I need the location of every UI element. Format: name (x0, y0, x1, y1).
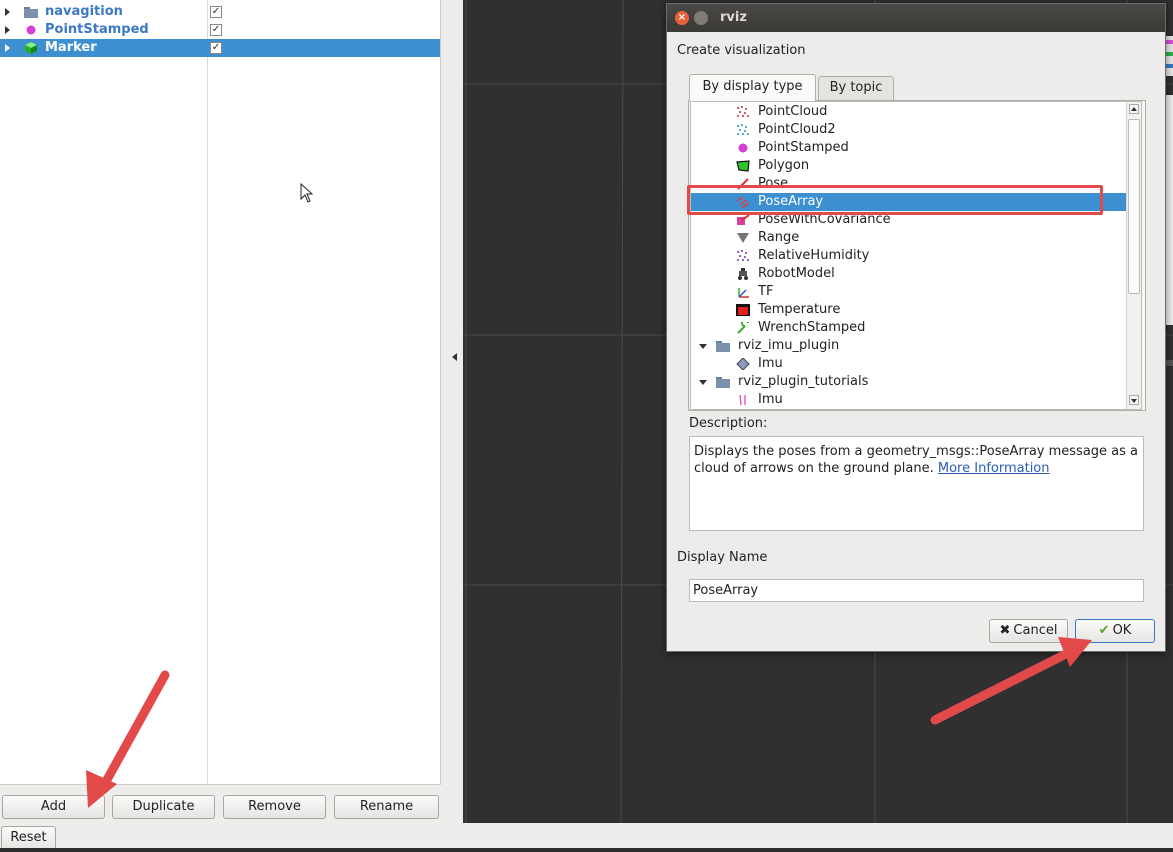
tree-item-wrenchstamped[interactable]: WrenchStamped (691, 319, 1127, 337)
humidity-icon (737, 250, 749, 261)
tree-item-temperature[interactable]: Temperature (691, 301, 1127, 319)
tree-item-label: PointCloud2 (758, 122, 836, 137)
description-label: Description: (689, 416, 768, 431)
add-button[interactable]: Add (2, 795, 105, 819)
tree-item-pointcloud[interactable]: PointCloud (691, 103, 1127, 121)
robot-icon (738, 268, 748, 280)
remove-button[interactable]: Remove (223, 795, 326, 819)
description-text: Displays the poses from a geometry_msgs:… (694, 444, 1139, 476)
cancel-x-icon: ✖ (999, 623, 1011, 638)
display-item-marker[interactable]: Marker ✓ (0, 39, 440, 57)
marker-cube-icon (25, 42, 37, 54)
dialog-title: rviz (720, 10, 747, 25)
display-item-label: Marker (45, 40, 97, 55)
tree-item-label: PointCloud (758, 104, 828, 119)
tab-by-display-type[interactable]: By display type (689, 74, 816, 101)
ok-button[interactable]: ✔ OK (1075, 619, 1155, 643)
collapse-left-icon (452, 353, 457, 361)
annotation-highlight-box (687, 185, 1103, 215)
cancel-button[interactable]: ✖ Cancel (989, 619, 1068, 643)
enabled-checkbox[interactable]: ✓ (210, 24, 222, 36)
displays-panel: navagition ✓ PointStamped ✓ Marker ✓ (0, 0, 441, 785)
rename-button[interactable]: Rename (334, 795, 439, 819)
create-visualization-heading: Create visualization (677, 43, 806, 58)
tree-item-relativehumidity[interactable]: RelativeHumidity (691, 247, 1127, 265)
imu-diamond-icon (736, 358, 750, 370)
scroll-up-button[interactable] (1129, 104, 1139, 114)
tree-item-label: Imu (758, 392, 783, 407)
display-item-navagition[interactable]: navagition ✓ (0, 3, 440, 21)
tree-item-label: RelativeHumidity (758, 248, 870, 263)
expand-arrow-icon[interactable] (5, 44, 10, 52)
tree-item-pointstamped[interactable]: PointStamped (691, 139, 1127, 157)
tree-item-label: PointStamped (758, 140, 849, 155)
enabled-checkbox[interactable]: ✓ (210, 6, 222, 18)
more-information-link[interactable]: More Information (938, 461, 1050, 476)
tree-item-label: Imu (758, 356, 783, 371)
tree-item-range[interactable]: Range (691, 229, 1127, 247)
collapse-arrow-icon[interactable] (699, 344, 707, 349)
tree-item-robotmodel[interactable]: RobotModel (691, 265, 1127, 283)
display-item-pointstamped[interactable]: PointStamped ✓ (0, 21, 440, 39)
pose-covariance-icon (737, 214, 750, 225)
folder-icon (716, 377, 730, 388)
duplicate-button[interactable]: Duplicate (112, 795, 215, 819)
display-name-field[interactable] (689, 579, 1144, 602)
mouse-cursor-icon (300, 183, 314, 203)
tree-item-label: Polygon (758, 158, 810, 173)
expand-arrow-icon[interactable] (5, 26, 10, 34)
tree-item-label: Temperature (758, 302, 841, 317)
wrench-icon (737, 322, 749, 334)
imu-bars-icon (739, 394, 746, 406)
tree-item-imu-tutorial[interactable]: Imu (691, 391, 1127, 409)
point-icon (738, 143, 748, 153)
tree-item-tf[interactable]: TF (691, 283, 1127, 301)
expand-arrow-icon[interactable] (5, 8, 10, 16)
ok-label: OK (1112, 623, 1132, 638)
point-icon (26, 25, 36, 35)
folder-icon (716, 341, 730, 352)
scroll-down-button[interactable] (1129, 395, 1139, 405)
tree-group-rviz-plugin-tutorials[interactable]: rviz_plugin_tutorials (691, 373, 1127, 391)
tree-item-label: WrenchStamped (758, 320, 866, 335)
dialog-titlebar[interactable]: × rviz (667, 4, 1165, 32)
temperature-icon (736, 304, 750, 316)
tree-item-polygon[interactable]: Polygon (691, 157, 1127, 175)
bottom-border (0, 848, 1173, 852)
tree-item-imu[interactable]: Imu (691, 355, 1127, 373)
minimize-icon[interactable] (694, 11, 708, 25)
tree-item-pointcloud2[interactable]: PointCloud2 (691, 121, 1127, 139)
cancel-label: Cancel (1013, 623, 1058, 638)
tf-axes-icon (738, 288, 749, 298)
tree-item-label: Range (758, 230, 800, 245)
folder-icon (24, 7, 38, 18)
display-name-label: Display Name (677, 550, 768, 565)
pointcloud2-icon (737, 124, 749, 135)
display-item-label: navagition (45, 4, 123, 19)
create-visualization-dialog: × rviz Create visualization By display t… (666, 3, 1166, 652)
tree-item-label: rviz_imu_plugin (738, 338, 840, 353)
pointcloud-icon (737, 106, 749, 117)
collapse-arrow-icon[interactable] (699, 380, 707, 385)
tree-scrollbar[interactable] (1126, 102, 1141, 409)
tree-item-label: TF (758, 284, 774, 299)
polygon-icon (736, 160, 750, 172)
range-icon (737, 233, 749, 243)
close-icon[interactable]: × (675, 11, 689, 25)
enabled-checkbox[interactable]: ✓ (210, 42, 222, 54)
panel-collapse-handle[interactable] (445, 330, 459, 390)
checkmark-icon: ✔ (1098, 623, 1110, 638)
display-type-tree: PointCloud PointCloud2 PointStamped Poly… (690, 101, 1142, 410)
description-box: Displays the poses from a geometry_msgs:… (689, 436, 1144, 531)
tab-by-topic[interactable]: By topic (818, 76, 894, 100)
scroll-thumb[interactable] (1128, 119, 1140, 294)
right-edge-widget (1166, 36, 1173, 366)
tree-item-label: rviz_plugin_tutorials (738, 374, 869, 389)
tree-group-rviz-imu-plugin[interactable]: rviz_imu_plugin (691, 337, 1127, 355)
display-item-label: PointStamped (45, 22, 149, 37)
reset-button[interactable]: Reset (1, 826, 56, 850)
column-divider (207, 0, 208, 784)
tree-item-label: RobotModel (758, 266, 835, 281)
